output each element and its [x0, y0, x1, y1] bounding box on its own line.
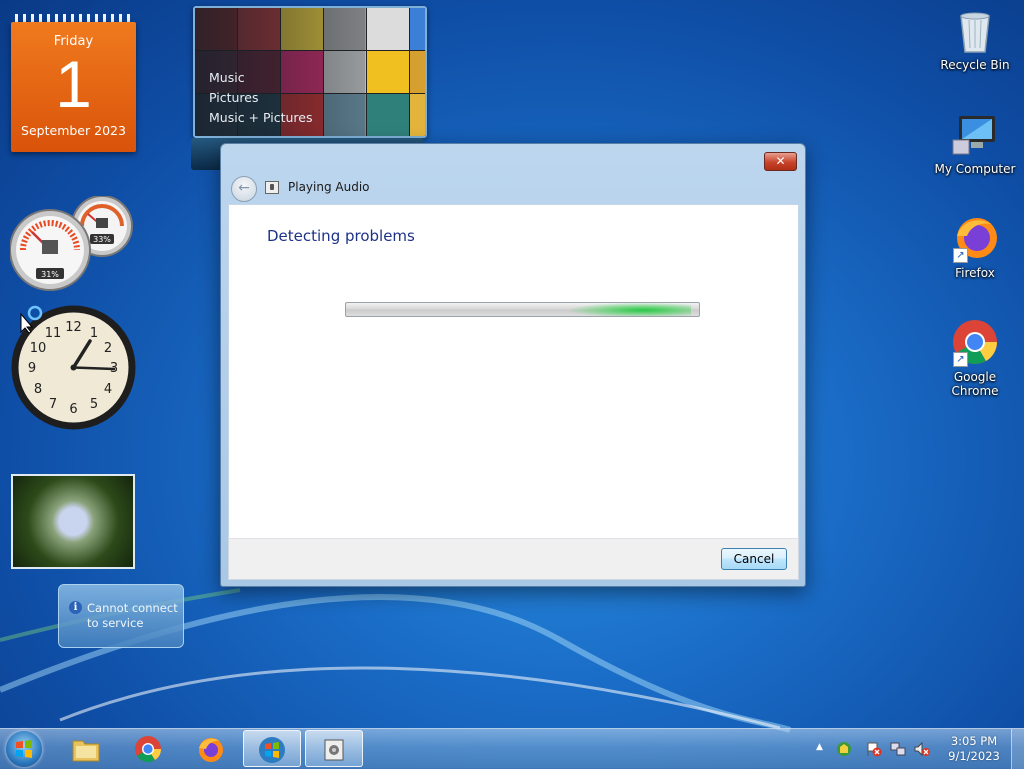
desktop-icon-google-chrome[interactable]: ↗ Google Chrome [933, 318, 1017, 398]
taskbar-audio-troubleshooter[interactable] [305, 730, 363, 767]
taskbar-firefox[interactable] [182, 730, 240, 767]
clock-numeral-11: 11 [45, 326, 62, 341]
audio-troubleshooter-icon [265, 181, 279, 194]
desktop-icon-label: Google Chrome [951, 370, 999, 398]
taskbar-troubleshooter[interactable] [243, 730, 301, 767]
clock-numeral-4: 4 [104, 382, 112, 397]
progress-bar [345, 302, 700, 317]
slideshow-gadget[interactable] [11, 474, 135, 569]
desktop-icon-label: Firefox [955, 266, 995, 280]
dialog-footer: Cancel [228, 538, 799, 580]
network-icon[interactable] [890, 741, 906, 757]
memory-value: 33% [93, 235, 111, 244]
progress-glow [571, 303, 691, 316]
action-center-icon[interactable] [836, 741, 852, 757]
clock-time: 3:05 PM [950, 734, 998, 748]
cpu-meter-gadget[interactable]: 33% 31% [10, 196, 138, 292]
recycle-bin-icon [960, 12, 990, 53]
desktop-icon-recycle-bin[interactable]: Recycle Bin [933, 6, 1017, 72]
system-tray: ▲ 3:05 PM 9/1/2023 [812, 729, 1024, 769]
close-button[interactable]: ✕ [764, 152, 797, 171]
media-item-music-pictures[interactable]: Music + Pictures [209, 110, 313, 125]
folder-icon [72, 740, 100, 762]
media-item-pictures[interactable]: Pictures [209, 90, 259, 105]
media-item-music[interactable]: Music [209, 70, 245, 85]
start-button[interactable] [6, 731, 42, 767]
windows-logo-icon [16, 740, 32, 758]
speaker-muted-icon[interactable] [914, 741, 930, 757]
chrome-icon [135, 736, 162, 763]
desktop-icon-my-computer[interactable]: My Computer [933, 110, 1017, 176]
clock-numeral-8: 8 [34, 382, 42, 397]
taskbar: ▲ 3:05 PM 9/1/2023 [0, 728, 1024, 769]
desktop-icon-label: Recycle Bin [940, 58, 1010, 72]
flag-error-icon[interactable] [866, 741, 882, 757]
computer-icon [952, 116, 995, 155]
clock-numeral-6: 6 [69, 402, 77, 417]
clock-numeral-1: 1 [90, 326, 98, 341]
clock-numeral-7: 7 [49, 397, 57, 412]
show-desktop-button[interactable] [1011, 729, 1024, 769]
dialog-content: Detecting problems [228, 204, 799, 540]
taskbar-google-chrome[interactable] [120, 730, 178, 767]
desktop-icon-label: My Computer [934, 162, 1016, 176]
shortcut-arrow-icon: ↗ [953, 352, 968, 367]
cpu-value: 31% [41, 270, 59, 279]
clock-numeral-5: 5 [90, 397, 98, 412]
desktop-icon-firefox[interactable]: ↗ Firefox [933, 214, 1017, 280]
calendar-page: Friday 1 September 2023 [11, 22, 136, 152]
taskbar-windows-explorer[interactable] [58, 730, 116, 767]
weather-gadget[interactable]: i Cannot connect to service [58, 584, 184, 648]
mouse-cursor-busy-icon [20, 305, 43, 333]
windows-orb-icon [259, 737, 285, 763]
media-center-gadget[interactable]: Music Pictures Music + Pictures [193, 6, 427, 138]
cancel-button[interactable]: Cancel [721, 548, 787, 570]
firefox-icon [199, 738, 223, 762]
clock-numeral-12: 12 [65, 320, 82, 335]
info-icon: i [69, 601, 82, 614]
clock-date: 9/1/2023 [948, 749, 1000, 763]
taskbar-clock[interactable]: 3:05 PM 9/1/2023 [946, 734, 1002, 764]
troubleshooter-dialog: ✕ ← Playing Audio Detecting problems Can… [220, 143, 806, 587]
status-heading: Detecting problems [267, 227, 415, 245]
weather-message: Cannot connect to service [87, 601, 178, 630]
speaker-icon [324, 739, 344, 761]
shortcut-arrow-icon: ↗ [953, 248, 968, 263]
clock-numeral-2: 2 [104, 341, 112, 356]
clock-numeral-9: 9 [28, 361, 36, 376]
calendar-gadget[interactable]: Friday 1 September 2023 [11, 14, 136, 152]
back-button[interactable]: ← [231, 176, 257, 202]
clock-numeral-10: 10 [30, 341, 47, 356]
calendar-date: 1 [55, 47, 92, 121]
show-hidden-icons-button[interactable]: ▲ [816, 742, 823, 752]
dialog-title: Playing Audio [288, 180, 370, 194]
dialog-nav-bar: ← Playing Audio [229, 174, 797, 202]
calendar-month: September 2023 [21, 123, 126, 138]
